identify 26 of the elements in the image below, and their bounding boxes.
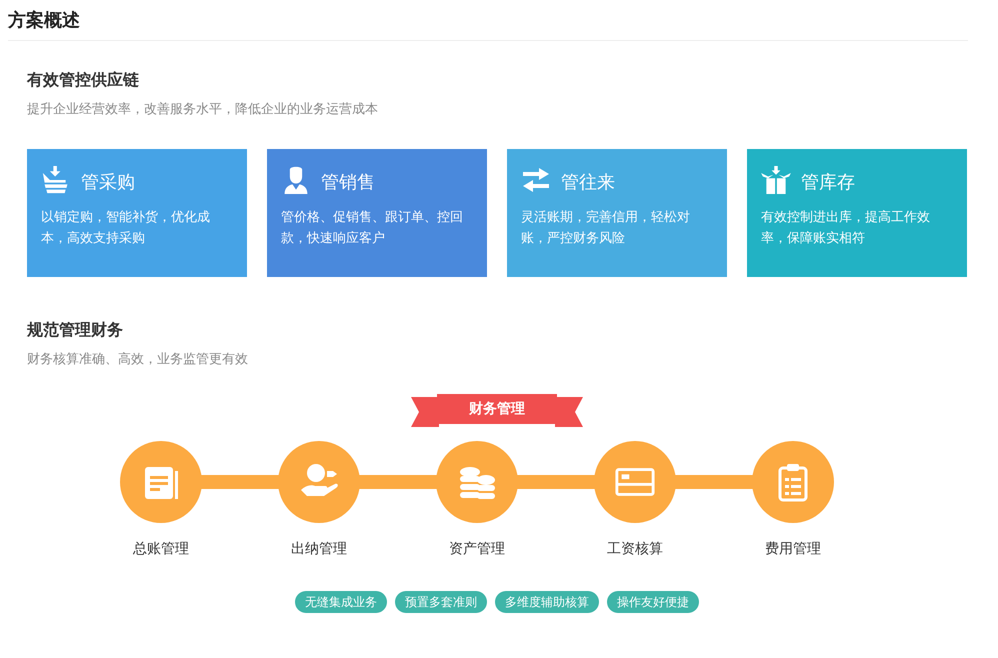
ribbon-tail	[411, 397, 439, 427]
card-description: 以销定购，智能补货，优化成本，高效支持采购	[41, 209, 211, 248]
card-title: 管库存	[801, 171, 855, 195]
box-icon	[761, 166, 791, 194]
step-label: 资产管理	[449, 540, 505, 559]
card-description: 管价格、促销售、跟订单、控回款，快速响应客户	[281, 209, 464, 248]
feature-tag: 操作友好便捷	[607, 591, 699, 613]
ribbon-tail	[555, 397, 583, 427]
step-label: 费用管理	[765, 540, 821, 559]
step-label: 出纳管理	[291, 540, 347, 559]
card-title: 管销售	[321, 171, 375, 195]
feature-tag: 预置多套准则	[395, 591, 487, 613]
section-subtitle: 提升企业经营效率，改善服务水平，降低企业的业务运营成本	[27, 101, 379, 119]
card-description: 有效控制进出库，提高工作效率，保障账实相符	[761, 209, 931, 248]
feature-tag: 多维度辅助核算	[495, 591, 599, 613]
card-description: 灵活账期，完善信用，轻松对账，严控财务风险	[521, 209, 691, 248]
section-subtitle: 财务核算准确、高效，业务监管更有效	[27, 351, 249, 369]
arrows-icon	[521, 166, 551, 194]
section-title: 规范管理财务	[27, 319, 124, 341]
card-title: 管采购	[81, 171, 135, 195]
page-title: 方案概述	[8, 9, 81, 33]
step-label: 工资核算	[607, 540, 663, 559]
section-title: 有效管控供应链	[27, 69, 140, 91]
feature-tag: 无缝集成业务	[295, 591, 387, 613]
card-title: 管往来	[561, 171, 615, 195]
step-label: 总账管理	[133, 540, 189, 559]
